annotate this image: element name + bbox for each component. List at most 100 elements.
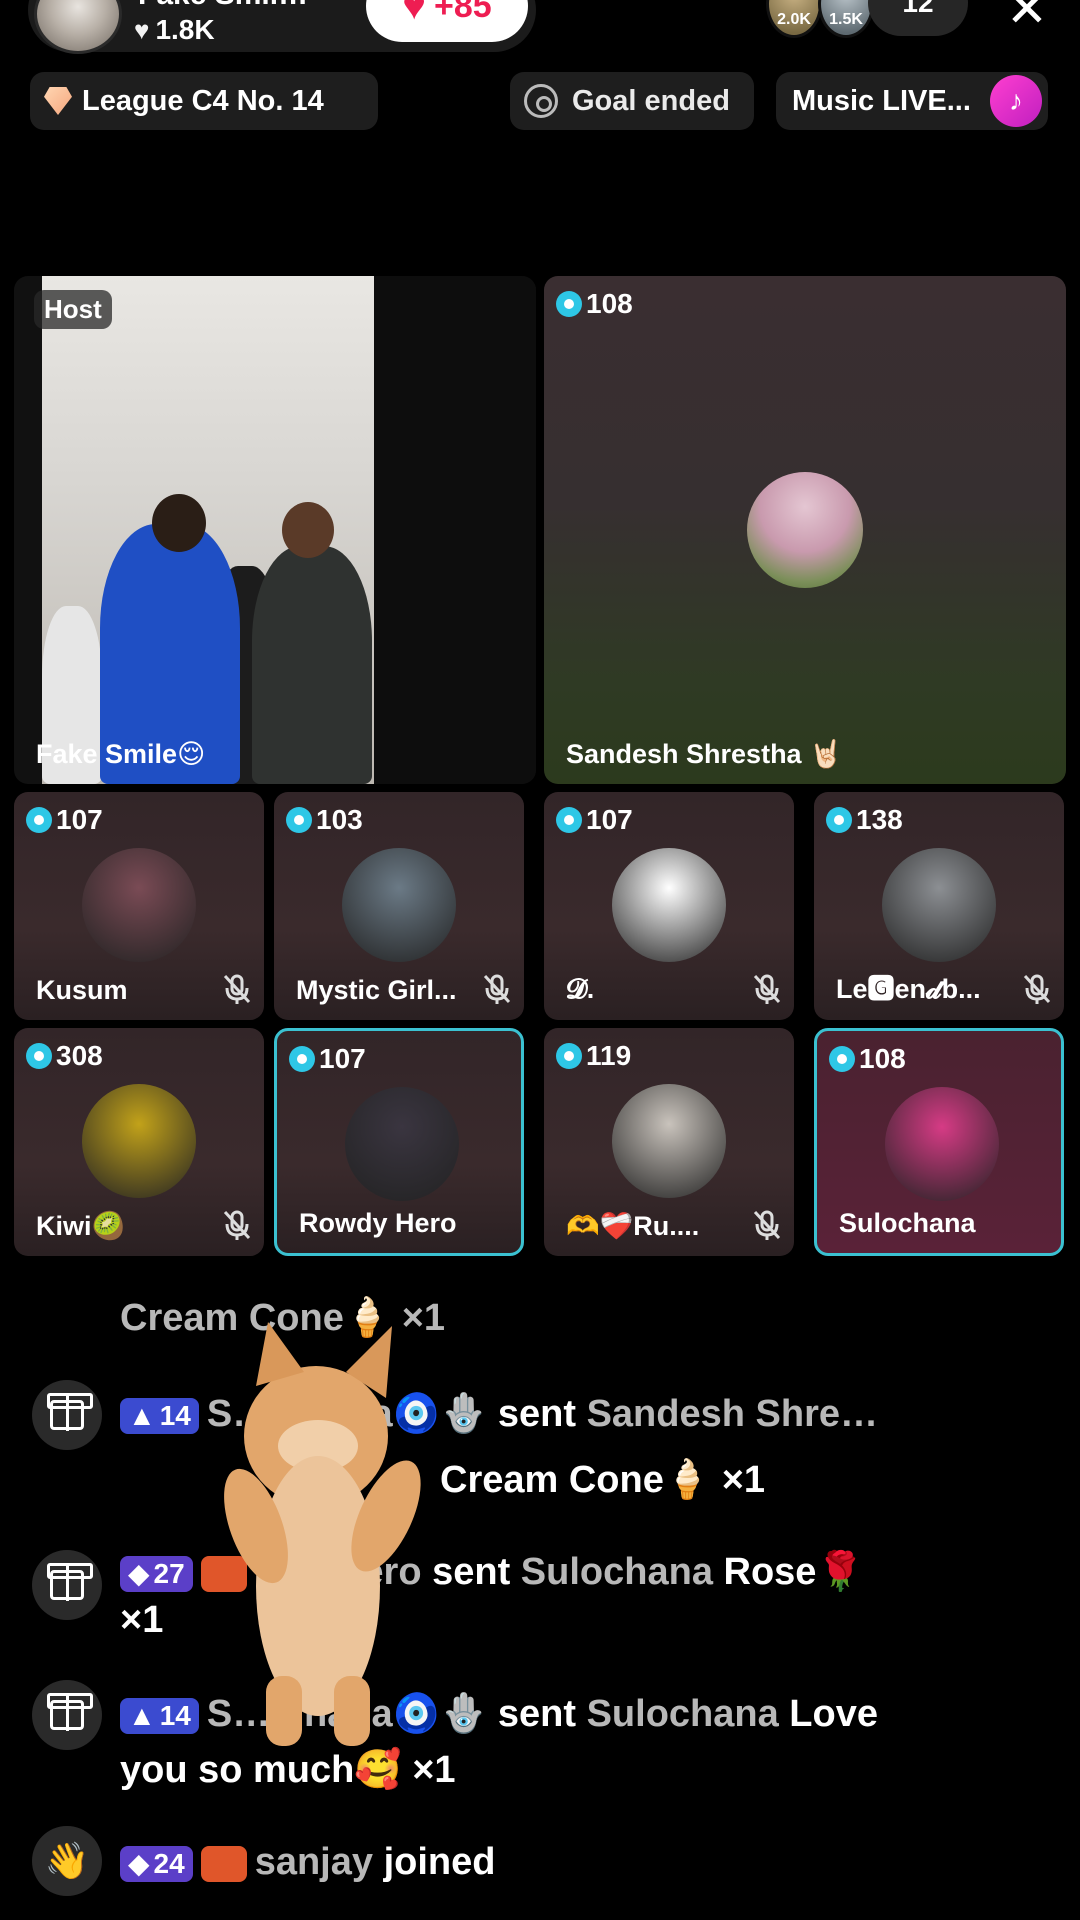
guest-tile[interactable]: 108 Sulochana: [814, 1028, 1064, 1256]
score-value: 107: [319, 1043, 366, 1074]
league-chip[interactable]: League C4 No. 14: [30, 72, 378, 130]
person-head: [282, 502, 334, 558]
guest-score: 107: [289, 1043, 366, 1075]
guest-score: 108: [556, 288, 633, 320]
close-icon[interactable]: ✕: [1002, 0, 1052, 34]
level-badge: ◆ 27: [120, 1555, 193, 1592]
score-value: 138: [856, 804, 903, 835]
guest-tile-name: Le🅶en𝓭b...: [836, 974, 981, 1004]
score-value: 108: [859, 1043, 906, 1074]
chat-recipient[interactable]: Sulochana: [587, 1693, 779, 1735]
host-tile-name: Fake Smile😌: [36, 739, 206, 769]
fan-badge: [200, 1845, 247, 1882]
music-chip[interactable]: Music LIVE... ♪: [776, 72, 1048, 130]
chat-line: ◆ 24 sanjay joined: [120, 1838, 495, 1886]
avatar: [747, 472, 863, 588]
person-figure: [252, 546, 372, 784]
score-icon: [286, 807, 312, 833]
guest-tile-name: Kusum: [36, 975, 128, 1005]
mic-muted-icon: [753, 1210, 781, 1240]
like-burst-button[interactable]: ♥ +85: [366, 0, 528, 42]
guest-tile-name: Sulochana: [839, 1208, 976, 1238]
viewer-count[interactable]: 12: [868, 0, 968, 36]
level-badge: ▲ 14: [120, 1697, 199, 1734]
heart-icon: ♥: [402, 0, 427, 28]
heart-icon: ♥: [134, 14, 150, 45]
guest-tile[interactable]: 308 Kiwi🥝: [14, 1028, 264, 1256]
chat-action: joined: [383, 1841, 496, 1883]
level-badge: ◆ 24: [120, 1845, 193, 1882]
top-viewer-avatar[interactable]: 1.5K: [818, 0, 874, 38]
mic-muted-icon: [1023, 974, 1051, 1004]
chat-line: ×1: [120, 1596, 163, 1644]
guest-score: 138: [826, 804, 903, 836]
music-label: Music LIVE...: [792, 84, 971, 117]
avatar: [612, 848, 726, 962]
mic-muted-icon: [223, 1210, 251, 1240]
guest-score: 107: [556, 804, 633, 836]
viewer-gift-count: 1.5K: [829, 11, 863, 28]
target-icon: [524, 84, 558, 118]
viewer-gift-count: 2.0K: [777, 11, 811, 28]
host-name[interactable]: Fake Smil…: [138, 0, 308, 12]
score-icon: [556, 291, 582, 317]
guest-score: 103: [286, 804, 363, 836]
host-badge: Host: [34, 290, 112, 329]
chat-gift-count: ×1: [120, 1599, 164, 1641]
guest-tile-name: 🫶❤️‍🩹Ru....: [566, 1211, 700, 1241]
guest-tile-name: Mystic Girl...: [296, 975, 457, 1005]
chat-user[interactable]: sanjay: [255, 1841, 373, 1883]
league-label: League C4 No. 14: [82, 84, 324, 117]
avatar: [885, 1087, 999, 1201]
guest-tile[interactable]: 119 🫶❤️‍🩹Ru....: [544, 1028, 794, 1256]
guest-tile-name: Rowdy Hero: [299, 1208, 457, 1238]
gift-icon: [32, 1550, 102, 1620]
music-note-icon: ♪: [990, 75, 1042, 127]
mic-muted-icon: [753, 974, 781, 1004]
score-icon: [556, 1043, 582, 1069]
avatar: [82, 1084, 196, 1198]
guest-tile[interactable]: 107 Kusum: [14, 792, 264, 1020]
gift-icon: [32, 1380, 102, 1450]
chat-verb: sent: [497, 1693, 577, 1735]
diamond-icon: [44, 87, 72, 115]
guest-tile-large[interactable]: 108 Sandesh Shrestha 🤘🏻: [544, 276, 1066, 784]
score-icon: [289, 1046, 315, 1072]
chat-recipient[interactable]: Sandesh Shre…: [587, 1393, 878, 1435]
chat-gift: Cream Cone🍦 ×1: [440, 1459, 766, 1501]
host-likes-count: 1.8K: [155, 14, 215, 45]
guest-tile-name: Sandesh Shrestha 🤘🏻: [566, 739, 843, 769]
avatar: [882, 848, 996, 962]
guest-tile[interactable]: 138 Le🅶en𝓭b...: [814, 792, 1064, 1020]
avatar: [82, 848, 196, 962]
gift-icon: [32, 1680, 102, 1750]
host-video-tile[interactable]: Host Fake Smile😌: [14, 276, 536, 784]
chat-verb: sent: [497, 1393, 577, 1435]
goal-label: Goal ended: [572, 84, 730, 117]
avatar: [342, 848, 456, 962]
score-icon: [826, 807, 852, 833]
level-badge: ▲ 14: [120, 1397, 199, 1434]
chat-recipient[interactable]: Sulochana: [521, 1551, 713, 1593]
guest-tile[interactable]: 107 𝓓.: [544, 792, 794, 1020]
guest-score: 119: [556, 1040, 631, 1072]
cat-sticker: [224, 1322, 421, 1746]
score-value: 308: [56, 1040, 103, 1071]
guest-tile-name: Kiwi🥝: [36, 1211, 126, 1241]
avatar: [612, 1084, 726, 1198]
score-icon: [26, 807, 52, 833]
top-viewer-avatar[interactable]: 2.0K: [766, 0, 822, 38]
guest-score: 308: [26, 1040, 103, 1072]
chat-line: Cream Cone🍦 ×1: [440, 1456, 765, 1504]
score-value: 119: [586, 1040, 632, 1071]
guest-tile[interactable]: 103 Mystic Girl...: [274, 792, 524, 1020]
guest-tile[interactable]: 107 Rowdy Hero: [274, 1028, 524, 1256]
like-burst-count: +85: [434, 0, 492, 25]
score-value: 107: [56, 804, 103, 835]
goal-chip[interactable]: Goal ended: [510, 72, 754, 130]
score-value: 103: [316, 804, 363, 835]
person-head: [152, 494, 206, 552]
mic-muted-icon: [483, 974, 511, 1004]
score-icon: [829, 1046, 855, 1072]
chat-gift: Love: [789, 1693, 878, 1735]
